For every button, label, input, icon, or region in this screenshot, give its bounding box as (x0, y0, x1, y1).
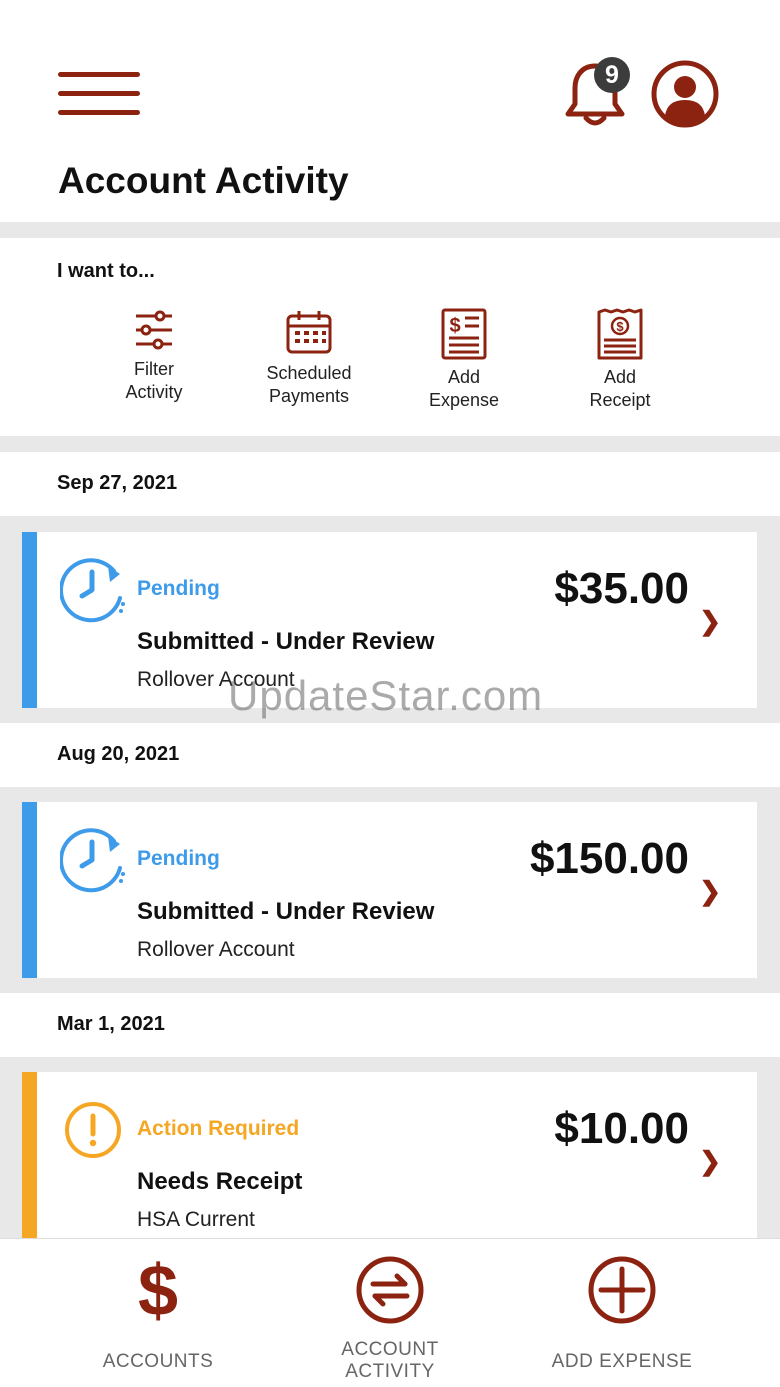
tab-accounts-label: ACCOUNTS (102, 1351, 214, 1372)
filter-activity-button[interactable]: Filter Activity (89, 308, 219, 404)
amount: $35.00 (554, 564, 689, 613)
profile-avatar-icon[interactable] (651, 60, 719, 128)
dollar-icon: $ (138, 1255, 178, 1325)
svg-text:$: $ (138, 1255, 178, 1325)
sliders-icon (136, 310, 172, 350)
date-header: Aug 20, 2021 (0, 723, 780, 787)
chevron-right-icon: ❯ (699, 606, 721, 636)
filter-activity-label: Filter Activity (125, 359, 183, 402)
page-title: Account Activity (58, 160, 349, 201)
chevron-right-icon: ❯ (699, 1146, 721, 1176)
add-expense-label: Add Expense (428, 367, 500, 410)
app-header: 9 Account Activity (0, 0, 780, 222)
status-stripe (22, 532, 37, 708)
tab-add-expense-label: ADD EXPENSE (551, 1351, 693, 1372)
exclamation-circle-icon (65, 1102, 121, 1158)
svg-text:$: $ (616, 319, 624, 334)
activity-card[interactable]: Pending $150.00 Submitted - Under Review… (22, 802, 757, 978)
date-label: Aug 20, 2021 (57, 743, 180, 765)
activity-card[interactable]: Action Required $10.00 Needs Receipt HSA… (22, 1072, 757, 1238)
expense-document-icon: $ (441, 308, 487, 360)
chevron-right-icon: ❯ (699, 876, 721, 906)
menu-icon[interactable] (58, 70, 140, 118)
plus-circle-icon (588, 1256, 656, 1324)
notification-badge: 9 (594, 57, 630, 93)
pending-clock-icon (60, 558, 125, 623)
description: Needs Receipt (137, 1168, 303, 1195)
tab-add-expense[interactable]: ADD EXPENSE (506, 1239, 738, 1387)
scheduled-payments-button[interactable]: Scheduled Payments (244, 308, 374, 408)
svg-text:$: $ (449, 315, 460, 337)
add-expense-button[interactable]: $ Add Expense (399, 308, 529, 412)
watermark: UpdateStar.com (228, 672, 544, 719)
description: Submitted - Under Review (137, 628, 435, 655)
amount: $10.00 (554, 1104, 689, 1153)
status-label: Pending (137, 847, 220, 870)
quick-actions-title: I want to... (57, 260, 155, 282)
tab-account-activity[interactable]: ACCOUNT ACTIVITY (274, 1239, 506, 1387)
account-name: Rollover Account (137, 938, 295, 961)
receipt-icon: $ (597, 308, 643, 360)
tab-account-activity-label-line1: ACCOUNT (341, 1339, 439, 1360)
scheduled-payments-label: Scheduled Payments (266, 363, 352, 406)
divider (0, 222, 780, 238)
status-label: Action Required (137, 1117, 300, 1140)
add-receipt-label: Add Receipt (589, 367, 651, 410)
bottom-tab-bar: $ ACCOUNTS ACCOUNT ACTIVITY ADD EXPENSE (0, 1238, 780, 1387)
amount: $150.00 (529, 834, 689, 883)
date-label: Sep 27, 2021 (57, 472, 178, 494)
status-stripe (22, 802, 37, 978)
calendar-icon (286, 311, 332, 354)
description: Submitted - Under Review (137, 898, 435, 925)
tab-account-activity-label-line2: ACTIVITY (345, 1361, 435, 1382)
account-name: HSA Current (137, 1208, 255, 1231)
date-label: Mar 1, 2021 (57, 1013, 165, 1035)
date-header: Sep 27, 2021 (0, 452, 780, 516)
add-receipt-button[interactable]: $ Add Receipt (555, 308, 685, 412)
quick-actions-panel: I want to... Filter Activity Scheduled P… (0, 238, 780, 436)
divider (0, 436, 780, 452)
transfer-arrows-icon (356, 1256, 424, 1324)
pending-clock-icon (60, 828, 125, 893)
status-label: Pending (137, 577, 220, 600)
tab-accounts[interactable]: $ ACCOUNTS (42, 1239, 274, 1387)
date-header: Mar 1, 2021 (0, 993, 780, 1057)
status-stripe (22, 1072, 37, 1238)
